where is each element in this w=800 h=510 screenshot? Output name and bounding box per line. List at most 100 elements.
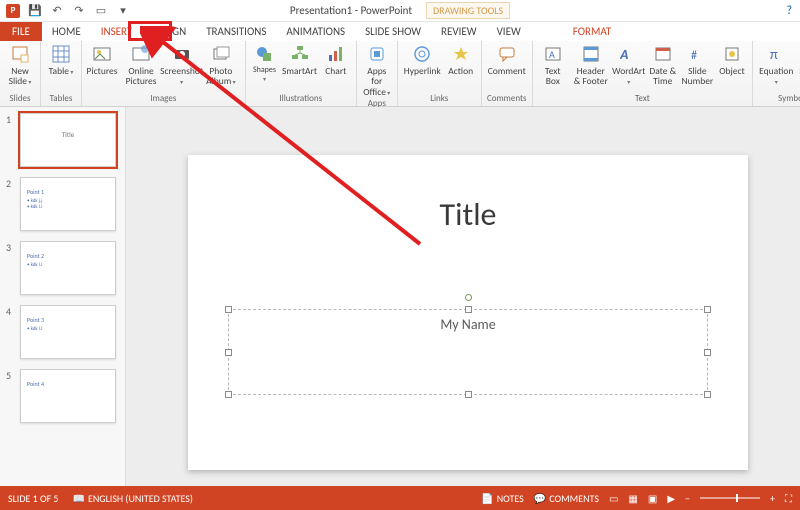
resize-handle[interactable]	[225, 391, 232, 398]
zoom-out-icon[interactable]: −	[685, 492, 690, 505]
fit-to-window-icon[interactable]: ⛶	[785, 492, 792, 505]
comment-icon	[497, 44, 517, 64]
screenshot-icon	[172, 44, 192, 64]
title-bar: P 💾 ↶ ↷ ▭ ▾ Presentation1 - PowerPoint D…	[0, 0, 800, 22]
zoom-in-icon[interactable]: +	[770, 492, 775, 505]
resize-handle[interactable]	[225, 349, 232, 356]
ribbon-group-symbols: π Equation Ω Symbol Symbols	[753, 41, 800, 106]
online-pictures-button[interactable]: Online Pictures	[120, 43, 162, 88]
notes-button[interactable]: 📄 NOTES	[481, 492, 524, 505]
start-slideshow-icon[interactable]: ▭	[94, 4, 108, 18]
comment-button[interactable]: Comment	[486, 43, 528, 77]
tab-view[interactable]: VIEW	[487, 22, 531, 41]
tab-home[interactable]: HOME	[42, 22, 91, 41]
tab-review[interactable]: REVIEW	[431, 22, 487, 41]
tab-file[interactable]: FILE	[0, 22, 42, 41]
date-time-button[interactable]: Date & Time	[647, 43, 679, 88]
tab-format[interactable]: FORMAT	[563, 22, 621, 41]
document-title: Presentation1 - PowerPoint	[290, 4, 412, 17]
textbox-content[interactable]: My Name	[440, 316, 495, 333]
apps-for-office-button[interactable]: Apps for Office	[361, 43, 393, 98]
ribbon-group-apps: Apps for Office Apps	[357, 41, 398, 106]
quick-access-toolbar: P 💾 ↶ ↷ ▭ ▾	[0, 4, 130, 18]
action-icon	[451, 44, 471, 64]
zoom-slider[interactable]	[700, 497, 760, 499]
tab-design[interactable]: DESIGN	[142, 22, 196, 41]
text-box-icon: A	[543, 44, 563, 64]
photo-album-button[interactable]: Photo Album	[201, 43, 241, 88]
chart-icon	[326, 44, 346, 64]
slide-counter: SLIDE 1 OF 5	[8, 492, 59, 505]
qat-dropdown-icon[interactable]: ▾	[116, 4, 130, 18]
resize-handle[interactable]	[465, 391, 472, 398]
header-footer-icon	[581, 44, 601, 64]
ribbon-group-comments: Comment Comments	[482, 41, 533, 106]
chart-button[interactable]: Chart	[320, 43, 352, 77]
pictures-button[interactable]: Pictures	[86, 43, 118, 77]
thumbnail-slide-5[interactable]: Point 4	[20, 369, 116, 423]
undo-icon[interactable]: ↶	[50, 4, 64, 18]
equation-button[interactable]: π Equation	[757, 43, 796, 88]
tab-transitions[interactable]: TRANSITIONS	[196, 22, 276, 41]
text-box-button[interactable]: A Text Box	[537, 43, 569, 88]
slide-canvas[interactable]: Title My Name	[188, 155, 748, 470]
thumbnail-slide-1[interactable]: Title	[20, 113, 116, 167]
screenshot-button[interactable]: Screenshot	[164, 43, 199, 88]
ribbon-group-text: A Text Box Header & Footer A WordArt Dat…	[533, 41, 753, 106]
smartart-button[interactable]: SmartArt	[281, 43, 318, 77]
contextual-tab-label: DRAWING TOOLS	[426, 2, 510, 19]
photo-album-icon	[211, 44, 231, 64]
ribbon-group-tables: Table Tables	[41, 41, 82, 106]
action-button[interactable]: Action	[445, 43, 477, 77]
slideshow-view-icon[interactable]: ▶	[667, 492, 675, 505]
slide-editor[interactable]: Title My Name	[126, 107, 800, 486]
hyperlink-button[interactable]: Hyperlink	[402, 43, 443, 77]
ribbon: New Slide Slides Table Tables Pictures O…	[0, 41, 800, 107]
shapes-button[interactable]: Shapes	[250, 43, 279, 85]
slide-thumbnails-panel: 1 Title 2 Point 1• kdk j.j• kdk l.l 3 Po…	[0, 107, 126, 486]
resize-handle[interactable]	[225, 306, 232, 313]
language-indicator[interactable]: 📖 ENGLISH (UNITED STATES)	[73, 492, 193, 505]
rotate-handle-icon[interactable]	[465, 294, 472, 301]
pictures-icon	[92, 44, 112, 64]
slide-sorter-view-icon[interactable]: ▦	[628, 492, 637, 505]
thumbnail-slide-4[interactable]: Point 3• kdk l.l	[20, 305, 116, 359]
slide-number-icon: #	[687, 44, 707, 64]
tab-slide-show[interactable]: SLIDE SHOW	[355, 22, 431, 41]
apps-icon	[367, 44, 387, 64]
tab-insert[interactable]: INSERT	[91, 22, 143, 41]
selected-textbox[interactable]: My Name	[228, 309, 708, 395]
tab-animations[interactable]: ANIMATIONS	[276, 22, 355, 41]
thumbnail-slide-3[interactable]: Point 2• kdk l.l	[20, 241, 116, 295]
resize-handle[interactable]	[704, 391, 711, 398]
svg-text:A: A	[620, 46, 631, 63]
comments-button[interactable]: 💬 COMMENTS	[534, 492, 599, 505]
header-footer-button[interactable]: Header & Footer	[571, 43, 611, 88]
object-button[interactable]: Object	[716, 43, 748, 77]
smartart-icon	[290, 44, 310, 64]
new-slide-button[interactable]: New Slide	[4, 43, 36, 88]
slide-number-button[interactable]: # Slide Number	[681, 43, 714, 88]
slide-title-text[interactable]: Title	[440, 195, 497, 234]
status-bar: SLIDE 1 OF 5 📖 ENGLISH (UNITED STATES) 📄…	[0, 486, 800, 510]
ribbon-group-links: Hyperlink Action Links	[398, 41, 482, 106]
svg-text:#: #	[691, 49, 697, 63]
redo-icon[interactable]: ↷	[72, 4, 86, 18]
resize-handle[interactable]	[704, 306, 711, 313]
resize-handle[interactable]	[465, 306, 472, 313]
reading-view-icon[interactable]: ▣	[648, 492, 657, 505]
save-icon[interactable]: 💾	[28, 4, 42, 18]
wordart-button[interactable]: A WordArt	[613, 43, 645, 88]
thumbnail-slide-2[interactable]: Point 1• kdk j.j• kdk l.l	[20, 177, 116, 231]
table-button[interactable]: Table	[45, 43, 77, 77]
online-pictures-icon	[131, 44, 151, 64]
hyperlink-icon	[412, 44, 432, 64]
wordart-icon: A	[619, 44, 639, 64]
main-area: 1 Title 2 Point 1• kdk j.j• kdk l.l 3 Po…	[0, 107, 800, 486]
help-icon[interactable]: ?	[786, 4, 792, 18]
ribbon-group-slides: New Slide Slides	[0, 41, 41, 106]
svg-text:A: A	[549, 48, 555, 61]
normal-view-icon[interactable]: ▭	[609, 492, 618, 505]
ribbon-tabs: FILE HOME INSERT DESIGN TRANSITIONS ANIM…	[0, 22, 800, 41]
resize-handle[interactable]	[704, 349, 711, 356]
